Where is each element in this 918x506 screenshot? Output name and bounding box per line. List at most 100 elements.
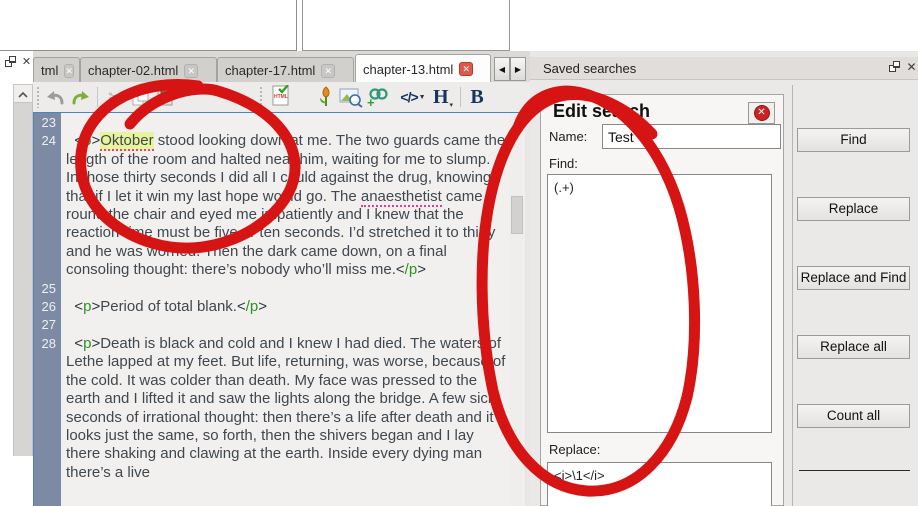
editor-line[interactable]: 28 <p>Death is black and cold and I knew…: [34, 335, 509, 482]
editor-line[interactable]: 24 <p>Oktober stood looking down at me. …: [34, 132, 509, 279]
tab-partial[interactable]: tml ✕: [33, 57, 80, 83]
saved-searches-header: Saved searches ✕: [530, 57, 918, 80]
dock-float-button[interactable]: [3, 56, 18, 71]
edit-search-dialog: Edit search ✕ Name: Find: (.+) Replace: …: [540, 94, 784, 506]
paste-button[interactable]: [153, 85, 177, 109]
html-validate-icon: HTML: [272, 85, 289, 106]
heading-icon: H: [432, 85, 449, 108]
html-tag-token: /p: [245, 298, 259, 316]
line-number: 26: [41, 299, 56, 315]
html-tag-token: <: [236, 298, 246, 316]
code-editor[interactable]: 23 24 <p>Oktober stood looking down at me…: [33, 112, 525, 506]
app-window: ✕ tml ✕ chapter-02.html ✕ chapter-17.htm…: [0, 0, 918, 506]
tab-scroll-left-button[interactable]: ◀: [494, 57, 510, 81]
replace-and-find-button[interactable]: Replace and Find: [797, 266, 910, 290]
toolbar: ✂ HTML + </> ▼ H ▾ B: [33, 82, 541, 112]
tab-close-icon[interactable]: ✕: [64, 63, 74, 78]
saved-searches-panel: Edit search ✕ Name: Find: (.+) Replace: …: [530, 80, 918, 506]
line-number: 24: [41, 133, 56, 149]
svg-text:HTML: HTML: [274, 94, 288, 100]
html-tag-token: <: [395, 261, 405, 279]
html-tag-token: <: [74, 298, 84, 316]
insert-image-icon: [320, 86, 330, 106]
tab-bar: tml ✕ chapter-02.html ✕ chapter-17.html …: [33, 51, 530, 83]
text-token: Death is black and cold and I knew I had…: [66, 334, 506, 481]
dialog-close-button[interactable]: ✕: [748, 102, 775, 124]
panel-separator: [792, 85, 793, 506]
cut-button[interactable]: ✂: [103, 85, 127, 109]
line-number: 28: [41, 335, 56, 351]
replace-input[interactable]: <i>\1</i>: [547, 462, 772, 506]
tab-close-icon-active[interactable]: ✕: [459, 62, 474, 76]
left-panel-scrollbar[interactable]: [13, 84, 33, 456]
undo-button[interactable]: [43, 85, 67, 109]
name-input[interactable]: [602, 124, 781, 149]
html-validate-button[interactable]: HTML: [269, 85, 293, 109]
toolbar-handle[interactable]: [36, 86, 40, 108]
editor-lines[interactable]: 23 24 <p>Oktober stood looking down at me…: [34, 113, 509, 506]
line-number: 25: [41, 280, 56, 296]
heading-button[interactable]: H ▾: [431, 85, 455, 110]
line-content[interactable]: [61, 316, 509, 334]
replace-label: Replace:: [549, 442, 601, 457]
line-content[interactable]: [61, 114, 509, 132]
background-window-middle: [302, 0, 510, 51]
float-icon: [5, 56, 16, 67]
tab-label: chapter-13.html: [363, 61, 454, 77]
copy-button[interactable]: [128, 85, 152, 109]
tab-label: tml: [41, 63, 59, 78]
toolbar-separator: [97, 87, 98, 107]
spellcheck-word: anaesthetist: [360, 187, 442, 207]
code-icon: </>: [400, 89, 418, 105]
paste-icon: [157, 87, 173, 106]
editor-line[interactable]: 27: [34, 316, 509, 334]
close-icon: ✕: [21, 56, 32, 68]
find-input[interactable]: (.+): [547, 174, 772, 433]
panel-close-button[interactable]: ✕: [904, 60, 918, 75]
editor-scrollbar[interactable]: [509, 113, 525, 506]
line-content[interactable]: <p>Period of total blank.</p>: [61, 298, 509, 316]
toolbar-handle[interactable]: [259, 86, 263, 108]
html-tag-token: >: [417, 261, 426, 279]
count-all-button[interactable]: Count all: [797, 404, 910, 428]
find-button[interactable]: Find: [797, 128, 910, 152]
html-tag-token: <: [74, 334, 84, 352]
tab-chapter-02[interactable]: chapter-02.html ✕: [80, 57, 217, 83]
redo-button[interactable]: [69, 85, 93, 109]
html-tag-token: >: [91, 334, 101, 352]
line-content[interactable]: <p>Death is black and cold and I knew I …: [61, 335, 509, 482]
scrollbar-thumb[interactable]: [511, 196, 523, 234]
line-content[interactable]: <p>Oktober stood looking down at me. The…: [61, 132, 509, 279]
svg-text:+: +: [367, 95, 375, 108]
dock-close-button[interactable]: ✕: [19, 55, 34, 70]
replace-all-button[interactable]: Replace all: [797, 335, 910, 359]
chevron-up-icon: [18, 91, 28, 98]
html-tag-token: /p: [404, 261, 418, 279]
tab-chapter-17[interactable]: chapter-17.html ✕: [217, 57, 354, 83]
name-label: Name:: [549, 129, 588, 144]
chevron-down-icon: ▾: [449, 102, 454, 109]
dialog-title: Edit search: [553, 101, 651, 121]
tab-scroll-right-button[interactable]: ▶: [510, 57, 526, 81]
bold-icon: B: [470, 85, 484, 108]
editor-line[interactable]: 26 <p>Period of total blank.</p>: [34, 298, 509, 316]
bold-button[interactable]: B: [465, 85, 489, 109]
html-tag-token: >: [91, 132, 101, 150]
line-content[interactable]: [61, 280, 509, 298]
tab-close-icon[interactable]: ✕: [321, 63, 336, 78]
image-preview-button[interactable]: [339, 85, 363, 109]
replace-button[interactable]: Replace: [797, 197, 910, 221]
scroll-up-button[interactable]: [13, 84, 33, 103]
insert-image-button[interactable]: [314, 85, 338, 109]
toolbar-separator: [460, 87, 461, 107]
tab-close-icon[interactable]: ✕: [184, 63, 199, 78]
panel-float-button[interactable]: [887, 61, 902, 76]
tab-chapter-13-active[interactable]: chapter-13.html ✕: [355, 54, 491, 83]
editor-line[interactable]: 25: [34, 280, 509, 298]
insert-link-button[interactable]: +: [366, 85, 390, 109]
editor-line[interactable]: 23: [34, 114, 509, 132]
code-view-button[interactable]: </> ▼: [395, 85, 431, 109]
scrollbar-track[interactable]: [13, 103, 33, 456]
redo-icon: [72, 91, 89, 105]
panel-title: Saved searches: [543, 61, 637, 76]
